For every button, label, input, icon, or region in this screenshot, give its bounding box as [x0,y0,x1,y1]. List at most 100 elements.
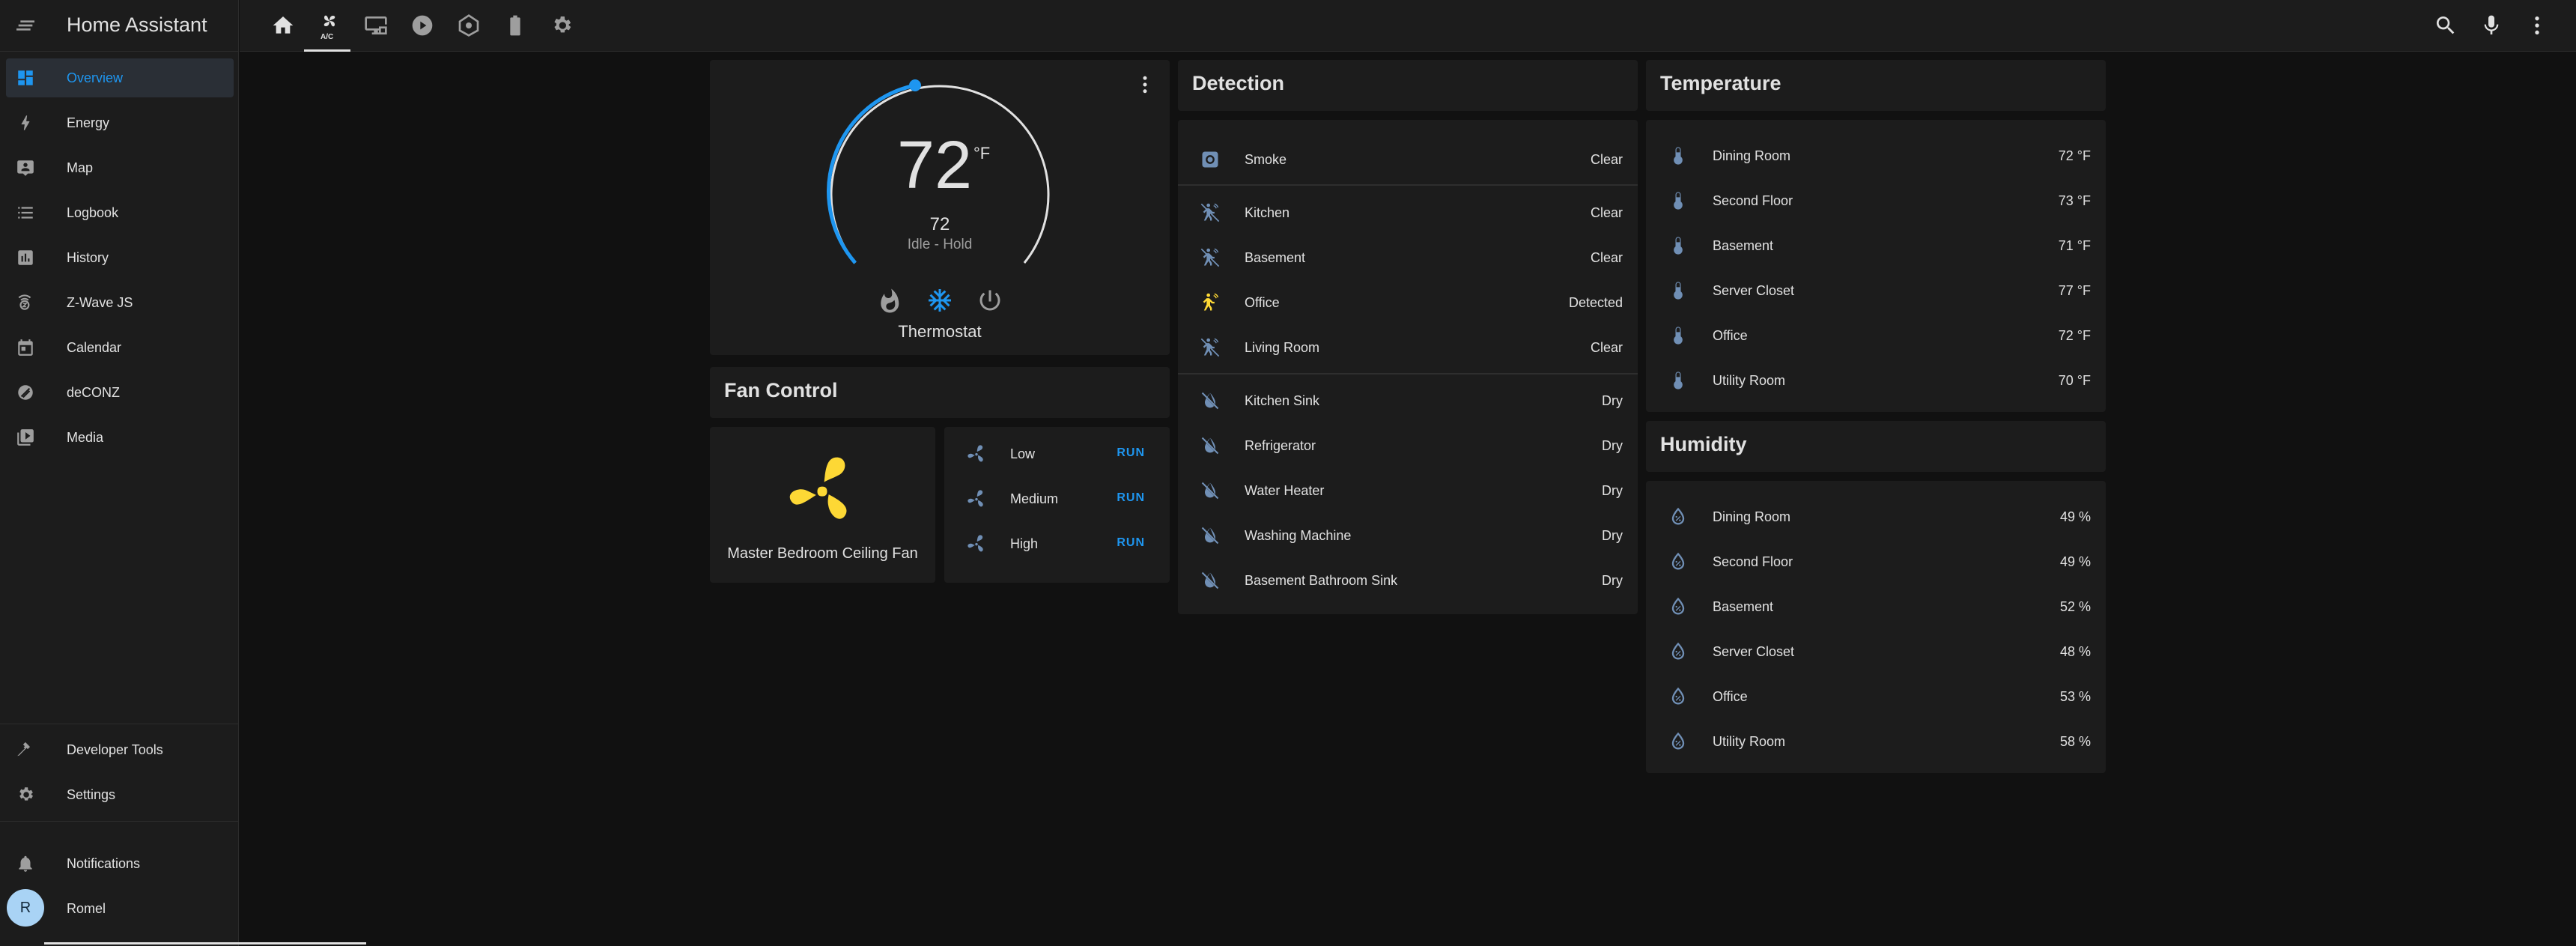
entity-value: 49 % [2059,554,2091,569]
entity-name: Second Floor [1713,554,1793,569]
water-percent-icon [1671,597,1685,615]
assist-button[interactable] [2479,13,2503,37]
sidebar-item-history[interactable]: History [6,238,234,277]
fan-speed-label: High [1010,536,1039,551]
thermostat-card: 72 °F 72 Idle - Hold Thermostat [710,60,1170,355]
sidebar-item-media[interactable]: Media [6,418,234,457]
search-button[interactable] [2434,13,2458,37]
sidebar-item-settings[interactable]: Settings [6,775,234,814]
entity-row-humidity[interactable]: Basement 52 % [1646,583,2106,628]
sidebar-item-zwave[interactable]: Z-Wave JS [6,283,234,322]
entity-state: Detected [1568,295,1623,310]
media-icon [16,428,35,447]
entity-value: 71 °F [2058,238,2091,253]
sidebar-item-label: History [67,250,109,265]
fan-tile[interactable]: Master Bedroom Ceiling Fan [710,427,935,583]
entity-value: 49 % [2059,509,2091,524]
entity-row-temperature[interactable]: Server Closet 77 °F [1646,267,2106,312]
entity-name: Refrigerator [1245,438,1316,453]
tab-vacuum[interactable] [443,0,490,52]
entity-row-motion-basement[interactable]: Basement Clear [1178,234,1638,279]
cool-mode-button[interactable] [926,287,953,314]
entity-row-leak-basement-bathroom-sink[interactable]: Basement Bathroom Sink Dry [1178,557,1638,602]
hvac-status: Idle - Hold [907,237,973,252]
entity-row-temperature[interactable]: Office 72 °F [1646,312,2106,357]
sidebar-item-map[interactable]: Map [6,148,234,187]
fan-speed-row-medium: Medium RUN [944,476,1170,521]
entity-row-temperature[interactable]: Second Floor 73 °F [1646,178,2106,222]
entity-state: Clear [1590,250,1623,265]
detection-header: Detection [1178,60,1638,111]
entity-name: Utility Room [1713,734,1786,749]
entity-row-humidity[interactable]: Second Floor 49 % [1646,539,2106,583]
entity-row-leak-kitchen-sink[interactable]: Kitchen Sink Dry [1178,378,1638,422]
tab-play[interactable] [397,0,443,52]
heat-mode-button[interactable] [876,287,903,314]
sidebar-item-overview[interactable]: Overview [6,58,234,97]
sidebar-item-energy[interactable]: Energy [6,103,234,142]
hammer-icon [16,740,35,759]
entity-row-humidity[interactable]: Utility Room 58 % [1646,718,2106,763]
card-title: Humidity [1660,433,1747,455]
card-menu-button[interactable] [1134,73,1156,96]
sidebar-item-logbook[interactable]: Logbook [6,193,234,232]
entity-row-humidity[interactable]: Server Closet 48 % [1646,628,2106,673]
deconz-icon [16,383,35,402]
sidebar-item-calendar[interactable]: Calendar [6,328,234,367]
top-app-bar: A/C [240,0,2576,52]
robot-vacuum-icon [458,14,479,37]
sidebar-item-notifications[interactable]: Notifications [6,844,234,883]
entity-name: Water Heater [1245,483,1325,498]
entity-row-humidity[interactable]: Office 53 % [1646,673,2106,718]
entity-name: Kitchen [1245,205,1290,220]
water-percent-icon [1671,732,1685,750]
lightning-icon [16,113,35,133]
detection-card: Smoke Clear Kitchen Clear Basement Clear… [1178,120,1638,614]
fan-speeds-card: Low RUN Medium RUN High RUN [944,427,1170,583]
entity-row-temperature[interactable]: Basement 71 °F [1646,222,2106,267]
run-high-button[interactable]: RUN [1117,536,1145,550]
sidebar-item-deconz[interactable]: deCONZ [6,373,234,412]
dial-handle[interactable] [909,79,921,91]
sidebar-item-developer-tools[interactable]: Developer Tools [6,730,234,769]
entity-row-leak-refrigerator[interactable]: Refrigerator Dry [1178,422,1638,467]
sidebar-item-label: Overview [67,70,124,85]
run-medium-button[interactable]: RUN [1117,491,1145,505]
monitor-icon [365,16,387,34]
more-vert-icon [2535,16,2539,34]
sidebar-item-label: Map [67,160,94,175]
motion-sensor-off-icon [1200,248,1220,267]
water-percent-icon [1671,507,1685,525]
ceiling-fan-icon [789,457,847,519]
entity-row-motion-living-room[interactable]: Living Room Clear [1178,324,1638,369]
user-profile[interactable]: R Romel [0,884,239,932]
tab-settings[interactable] [536,0,583,52]
humidity-card: Dining Room 49 % Second Floor 49 % Basem… [1646,481,2106,773]
divider [1178,373,1638,375]
off-mode-button[interactable] [976,287,1003,314]
entity-row-leak-water-heater[interactable]: Water Heater Dry [1178,467,1638,512]
entity-row-humidity[interactable]: Dining Room 49 % [1646,494,2106,539]
tab-media[interactable] [350,0,397,52]
menu-collapse-icon[interactable] [13,13,37,37]
run-low-button[interactable]: RUN [1117,446,1145,460]
sidebar-item-label: Developer Tools [67,742,163,757]
entity-value: 58 % [2059,734,2091,749]
entity-row-motion-kitchen[interactable]: Kitchen Clear [1178,189,1638,234]
tab-battery[interactable] [490,0,536,52]
entity-value: 48 % [2059,644,2091,659]
tab-ac[interactable]: A/C [304,0,350,52]
entity-row-leak-washing-machine[interactable]: Washing Machine Dry [1178,512,1638,557]
entity-row-temperature[interactable]: Utility Room 70 °F [1646,357,2106,402]
horizontal-scrollbar[interactable] [44,942,366,945]
entity-row-motion-office[interactable]: Office Detected [1178,279,1638,324]
target-temperature: 72 [929,214,950,234]
entity-row-smoke[interactable]: Smoke Clear [1178,136,1638,181]
motion-sensor-icon [1203,293,1219,311]
zwave-icon [16,293,35,312]
tab-home[interactable] [258,0,304,52]
sidebar-header: Home Assistant [0,0,239,52]
more-options-button[interactable] [2525,13,2549,37]
entity-row-temperature[interactable]: Dining Room 72 °F [1646,133,2106,178]
card-title: Temperature [1660,72,1781,94]
